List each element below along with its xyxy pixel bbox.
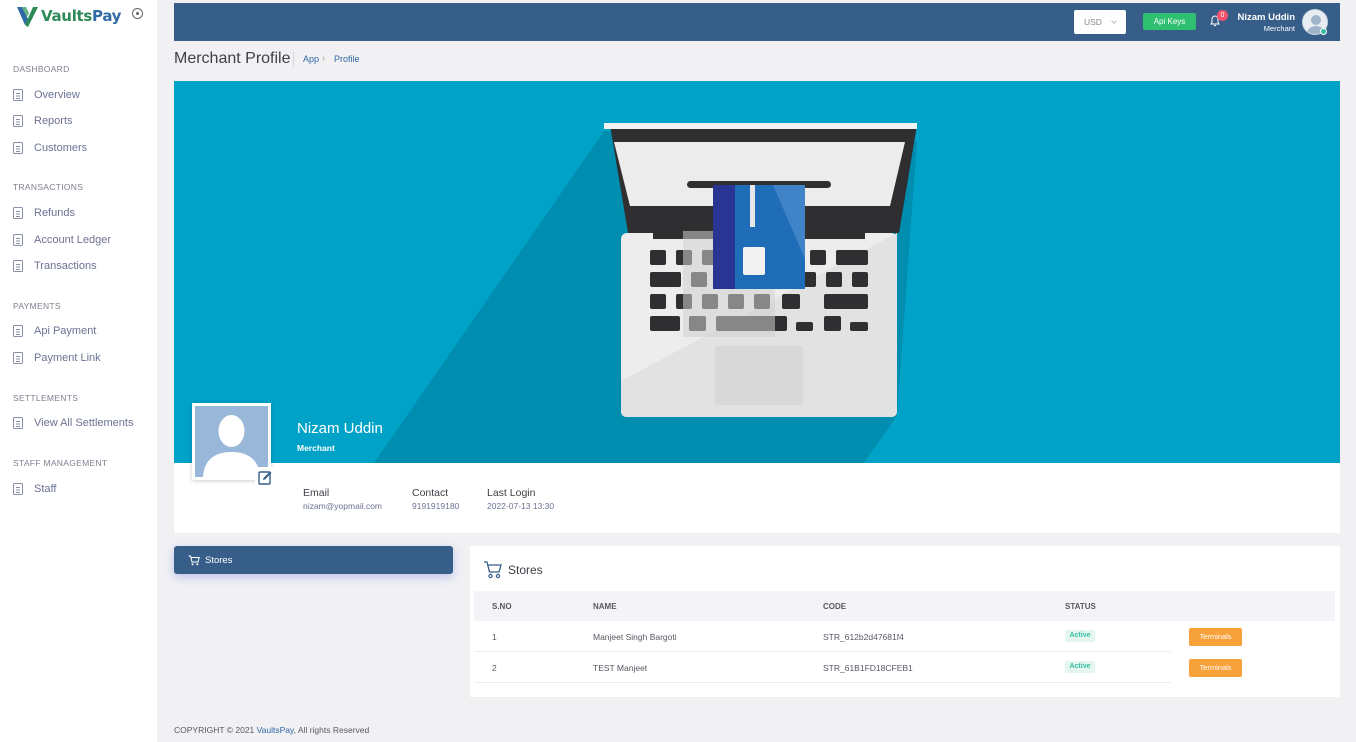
- document-icon: [13, 325, 23, 337]
- tab-stores-label: Stores: [205, 554, 233, 566]
- document-icon: [13, 89, 23, 101]
- profile-card: Nizam Uddin Merchant Email nizam@yopmail…: [174, 81, 1340, 533]
- contact-label: Contact: [412, 487, 449, 499]
- sidebar-item-customers[interactable]: Customers: [13, 142, 87, 154]
- status-badge: Active: [1065, 661, 1095, 673]
- document-icon: [13, 260, 23, 272]
- document-icon: [13, 483, 23, 495]
- status-badge: Active: [1065, 630, 1095, 642]
- cell-name: TEST Manjeet: [593, 663, 648, 673]
- sidebar-item-label: Reports: [34, 115, 73, 127]
- column-header: NAME: [593, 602, 617, 611]
- cell-sno: 1: [492, 632, 497, 642]
- currency-select[interactable]: USD: [1074, 10, 1126, 34]
- sidebar-item-label: View All Settlements: [34, 417, 134, 429]
- vaultspay-logo-icon: [17, 7, 38, 27]
- laptop-payment-illustration: [374, 123, 917, 463]
- sidebar-item-label: Refunds: [34, 207, 75, 219]
- sidebar-item-transactions[interactable]: Transactions: [13, 260, 97, 272]
- last-login-value: 2022-07-13 13:30: [487, 501, 555, 511]
- breadcrumb-profile-link[interactable]: Profile: [334, 54, 360, 64]
- edit-picture-button[interactable]: [255, 467, 275, 487]
- document-icon: [13, 352, 23, 364]
- sidebar-item-label: Staff: [34, 483, 57, 495]
- last-login-label: Last Login: [487, 487, 536, 499]
- sidebar-item-label: Overview: [34, 89, 80, 101]
- nav-section-payments: Payments: [13, 301, 61, 311]
- document-icon: [13, 234, 23, 246]
- document-icon: [13, 115, 23, 127]
- email-value: nizam@yopmail.com: [303, 501, 383, 511]
- footer-rights: , All rights Reserved: [293, 725, 370, 735]
- cart-icon: [484, 561, 502, 579]
- api-keys-button[interactable]: Api Keys: [1143, 13, 1196, 30]
- footer: COPYRIGHT © 2021 VaultsPay, All rights R…: [174, 725, 369, 735]
- stores-title: Stores: [508, 563, 543, 577]
- sidebar-toggle-icon[interactable]: [132, 8, 143, 19]
- document-icon: [13, 207, 23, 219]
- online-status-dot: [1320, 28, 1327, 35]
- sidebar-item-reports[interactable]: Reports: [13, 115, 73, 127]
- topbar: USD Api Keys 0 Nizam Uddin Merchant: [174, 3, 1340, 41]
- sidebar-item-label: Transactions: [34, 260, 97, 272]
- sidebar-item-view-all-settlements[interactable]: View All Settlements: [13, 417, 133, 429]
- sidebar-item-refunds[interactable]: Refunds: [13, 207, 75, 219]
- sidebar-item-staff[interactable]: Staff: [13, 483, 56, 495]
- sidebar: VaultsPay Dashboard Overview Reports Cus…: [0, 0, 157, 742]
- breadcrumb-chevron-icon: ›: [322, 53, 325, 63]
- cart-icon: [188, 555, 200, 565]
- document-icon: [13, 417, 23, 429]
- profile-banner: [174, 81, 1340, 463]
- sidebar-item-payment-link[interactable]: Payment Link: [13, 352, 101, 364]
- nav-section-dashboard: Dashboard: [13, 64, 70, 74]
- logo[interactable]: VaultsPay: [16, 5, 121, 27]
- nav-section-settlements: Settlements: [13, 393, 79, 403]
- sidebar-item-label: Account Ledger: [34, 234, 112, 246]
- nav-section-staff-management: Staff Management: [13, 458, 108, 468]
- logo-text: VaultsPay: [41, 7, 122, 25]
- cell-name: Manjeet Singh Bargoti: [593, 632, 677, 642]
- tab-stores[interactable]: Stores: [174, 546, 453, 574]
- table-header: S.NO NAME CODE STATUS: [474, 591, 1335, 621]
- column-header: STATUS: [1065, 602, 1096, 611]
- sidebar-item-overview[interactable]: Overview: [13, 89, 80, 101]
- email-label: Email: [303, 487, 330, 499]
- profile-name: Nizam Uddin: [297, 420, 383, 437]
- page-title: Merchant Profile: [174, 50, 291, 67]
- profile-role: Merchant: [297, 443, 335, 453]
- sidebar-item-api-payment[interactable]: Api Payment: [13, 325, 96, 337]
- document-icon: [13, 142, 23, 154]
- contact-value: 9191919180: [412, 501, 460, 511]
- column-header: CODE: [823, 602, 847, 611]
- nav-section-transactions: Transactions: [13, 182, 84, 192]
- cell-code: STR_612b2d47681f4: [823, 632, 904, 642]
- user-role: Merchant: [1263, 24, 1295, 33]
- sidebar-item-label: Customers: [34, 142, 88, 154]
- column-header: S.NO: [492, 602, 512, 611]
- cell-code: STR_61B1FD18CFEB1: [823, 663, 913, 673]
- table-row: 2 TEST Manjeet STR_61B1FD18CFEB1 Active: [474, 652, 1171, 683]
- terminals-button[interactable]: Terminals: [1189, 659, 1242, 677]
- breadcrumb-app-link[interactable]: App: [303, 54, 319, 64]
- stores-card: Stores S.NO NAME CODE STATUS 1 Manjeet S…: [470, 546, 1340, 697]
- breadcrumb-divider: [293, 52, 294, 67]
- footer-copyright: COPYRIGHT © 2021: [174, 725, 257, 735]
- table-row: 1 Manjeet Singh Bargoti STR_612b2d47681f…: [474, 621, 1171, 652]
- sidebar-item-account-ledger[interactable]: Account Ledger: [13, 234, 111, 246]
- footer-vaultspay-link[interactable]: VaultsPay: [257, 725, 294, 735]
- terminals-button[interactable]: Terminals: [1189, 628, 1242, 646]
- user-name[interactable]: Nizam Uddin: [1224, 12, 1295, 23]
- cell-sno: 2: [492, 663, 497, 673]
- sidebar-item-label: Api Payment: [34, 325, 97, 337]
- edit-icon: [257, 470, 271, 485]
- sidebar-item-label: Payment Link: [34, 352, 101, 364]
